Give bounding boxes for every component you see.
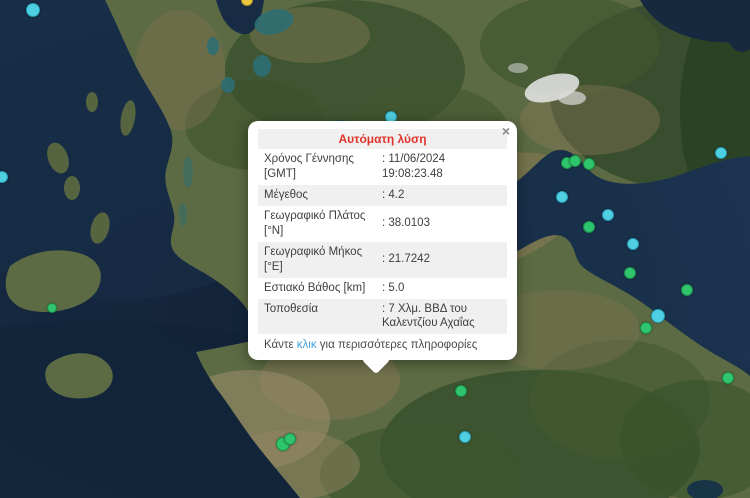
table-row-depth: Εστιακό Βάθος [km] : 5.0 bbox=[258, 278, 507, 299]
event-marker-green[interactable] bbox=[47, 303, 57, 313]
event-marker-green[interactable] bbox=[583, 221, 595, 233]
event-marker-green[interactable] bbox=[624, 267, 636, 279]
row-label: Χρόνος Γέννησης [GMT] bbox=[258, 149, 380, 185]
event-marker-green[interactable] bbox=[681, 284, 693, 296]
footer-text: για περισσότερες πληροφορίες bbox=[317, 339, 478, 351]
event-marker-green[interactable] bbox=[455, 385, 467, 397]
row-value: : 5.0 bbox=[380, 278, 507, 299]
row-label: Γεωγραφικό Μήκος [°E] bbox=[258, 242, 380, 278]
event-marker-green[interactable] bbox=[640, 322, 652, 334]
event-marker-cyan[interactable] bbox=[0, 171, 8, 183]
event-marker-cyan[interactable] bbox=[651, 309, 665, 323]
popup-title: Αυτόματη λύση bbox=[258, 129, 507, 149]
event-marker-cyan[interactable] bbox=[627, 238, 639, 250]
row-label: Εστιακό Βάθος [km] bbox=[258, 278, 380, 299]
event-marker-cyan[interactable] bbox=[602, 209, 614, 221]
row-value: : 21.7242 bbox=[380, 242, 507, 278]
footer-text: Κάντε bbox=[264, 339, 297, 351]
table-row-longitude: Γεωγραφικό Μήκος [°E] : 21.7242 bbox=[258, 242, 507, 278]
event-marker-yellow[interactable] bbox=[241, 0, 253, 6]
row-value: : 7 Χλμ. ΒΒΔ του Καλεντζίου Αχαΐας bbox=[380, 299, 507, 335]
row-value: : 11/06/2024 19:08:23.48 bbox=[380, 149, 507, 185]
row-label: Τοποθεσία bbox=[258, 299, 380, 335]
popup-table: Χρόνος Γέννησης [GMT] : 11/06/2024 19:08… bbox=[258, 149, 507, 334]
row-label: Μέγεθος bbox=[258, 185, 380, 206]
close-icon[interactable]: × bbox=[502, 124, 510, 138]
table-row-magnitude: Μέγεθος : 4.2 bbox=[258, 185, 507, 206]
popup-footer: Κάντε κλικ για περισσότερες πληροφορίες bbox=[258, 334, 507, 354]
table-row-location: Τοποθεσία : 7 Χλμ. ΒΒΔ του Καλεντζίου Αχ… bbox=[258, 299, 507, 335]
row-value: : 4.2 bbox=[380, 185, 507, 206]
event-marker-green[interactable] bbox=[583, 158, 595, 170]
event-marker-green[interactable] bbox=[722, 372, 734, 384]
event-marker-green[interactable] bbox=[284, 433, 296, 445]
map-stage[interactable]: × Αυτόματη λύση Χρόνος Γέννησης [GMT] : … bbox=[0, 0, 750, 498]
event-marker-cyan[interactable] bbox=[26, 3, 40, 17]
earthquake-popup: × Αυτόματη λύση Χρόνος Γέννησης [GMT] : … bbox=[248, 121, 517, 360]
event-marker-cyan[interactable] bbox=[556, 191, 568, 203]
row-label: Γεωγραφικό Πλάτος [°N] bbox=[258, 206, 380, 242]
more-info-link[interactable]: κλικ bbox=[297, 339, 317, 351]
event-marker-green[interactable] bbox=[569, 155, 581, 167]
table-row-origin-time: Χρόνος Γέννησης [GMT] : 11/06/2024 19:08… bbox=[258, 149, 507, 185]
event-marker-cyan[interactable] bbox=[715, 147, 727, 159]
table-row-latitude: Γεωγραφικό Πλάτος [°N] : 38.0103 bbox=[258, 206, 507, 242]
event-marker-cyan[interactable] bbox=[459, 431, 471, 443]
row-value: : 38.0103 bbox=[380, 206, 507, 242]
